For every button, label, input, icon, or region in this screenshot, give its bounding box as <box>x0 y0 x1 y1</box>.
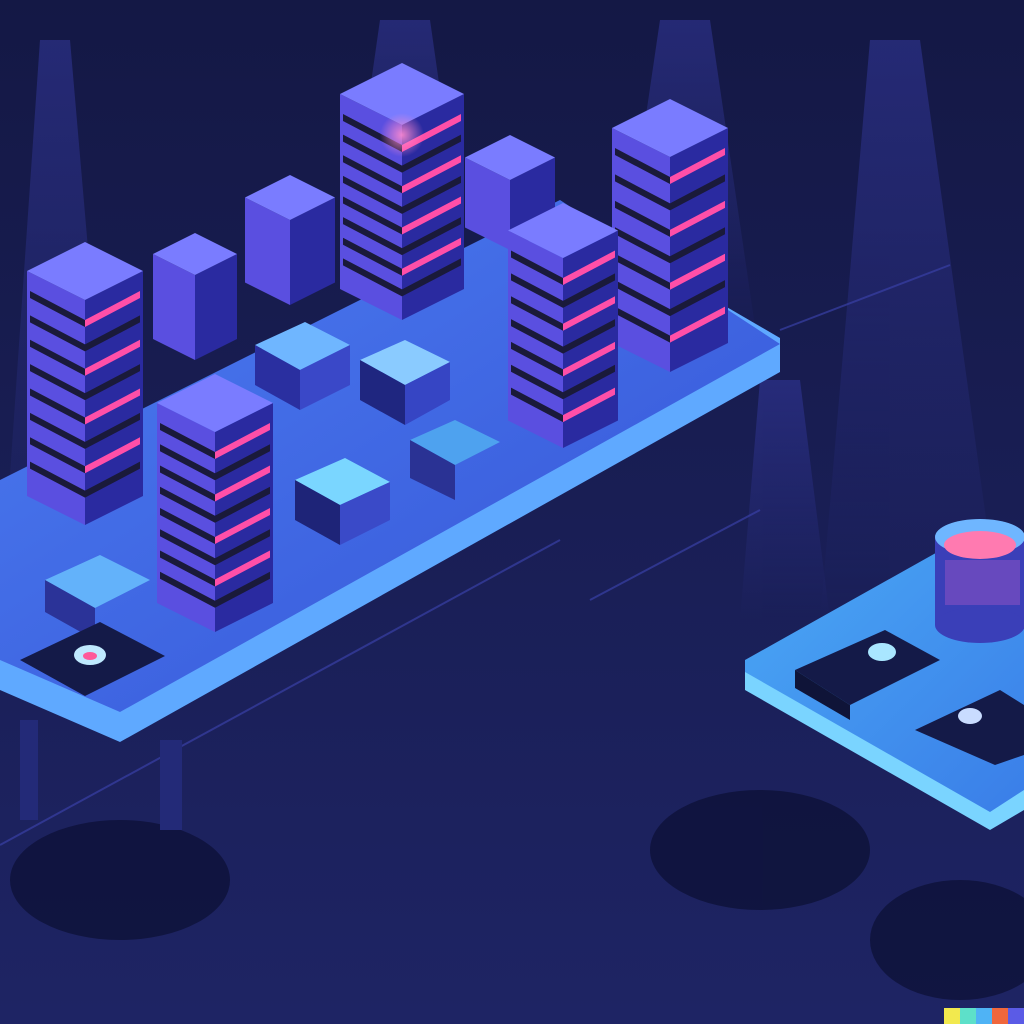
tower-mid-right <box>508 203 618 448</box>
tower-front <box>157 374 273 632</box>
signature-swatch-teal <box>960 1008 976 1024</box>
tower-left <box>27 242 143 525</box>
tower-right <box>612 99 728 372</box>
tower-back-small-1 <box>153 233 237 360</box>
signature-swatch-indigo <box>1008 1008 1024 1024</box>
tower-tall-center <box>340 63 464 320</box>
tower-back-small-2 <box>245 175 335 305</box>
signature-swatch-yellow <box>944 1008 960 1024</box>
signature-swatch-orange <box>992 1008 1008 1024</box>
signature-color-bar <box>944 1008 1024 1024</box>
tower-top-glow <box>380 113 424 157</box>
signature-swatch-blue <box>976 1008 992 1024</box>
isometric-city-illustration <box>0 0 1024 1024</box>
cylinder-tank <box>935 519 1024 643</box>
